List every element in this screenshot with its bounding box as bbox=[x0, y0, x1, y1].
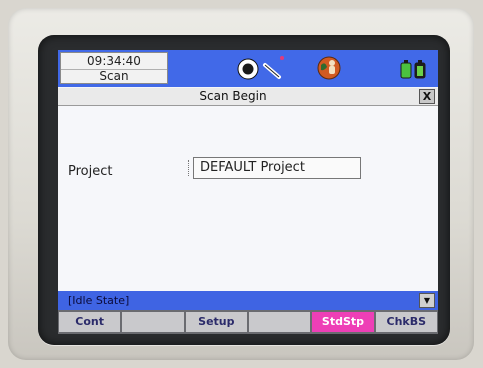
lens-icon[interactable] bbox=[236, 57, 260, 81]
close-button[interactable]: X bbox=[419, 89, 435, 104]
dialog-title-bar: Scan Begin X bbox=[58, 88, 438, 106]
softkey-setup[interactable]: Setup bbox=[185, 312, 247, 332]
battery-icon bbox=[400, 60, 426, 79]
state-bar: [Idle State] ▼ bbox=[58, 291, 438, 310]
wand-icon[interactable] bbox=[261, 53, 287, 81]
field-separator bbox=[188, 160, 191, 176]
state-dropdown-button[interactable]: ▼ bbox=[419, 293, 435, 308]
clock-box: 09:34:40 Scan bbox=[60, 52, 168, 84]
project-label: Project bbox=[68, 164, 113, 179]
softkey-cont[interactable]: Cont bbox=[59, 312, 121, 332]
globe-person-icon[interactable] bbox=[316, 55, 342, 81]
status-bar: 09:34:40 Scan bbox=[58, 50, 438, 87]
project-field[interactable]: DEFAULT Project bbox=[193, 157, 361, 179]
dialog-content: Project DEFAULT Project bbox=[58, 106, 438, 291]
softkey-empty-1[interactable] bbox=[122, 312, 184, 332]
softkey-bar: Cont Setup StdStp ChkBS bbox=[58, 310, 438, 334]
device-screen: 09:34:40 Scan Scan Begin X Project DEFAU… bbox=[58, 50, 438, 334]
softkey-stdstp[interactable]: StdStp bbox=[312, 312, 374, 332]
clock-time: 09:34:40 bbox=[61, 53, 167, 70]
softkey-chkbs[interactable]: ChkBS bbox=[375, 312, 437, 332]
softkey-empty-2[interactable] bbox=[248, 312, 311, 332]
state-text: [Idle State] bbox=[68, 294, 130, 307]
mode-label: Scan bbox=[99, 69, 129, 83]
dialog-title: Scan Begin bbox=[199, 89, 267, 103]
